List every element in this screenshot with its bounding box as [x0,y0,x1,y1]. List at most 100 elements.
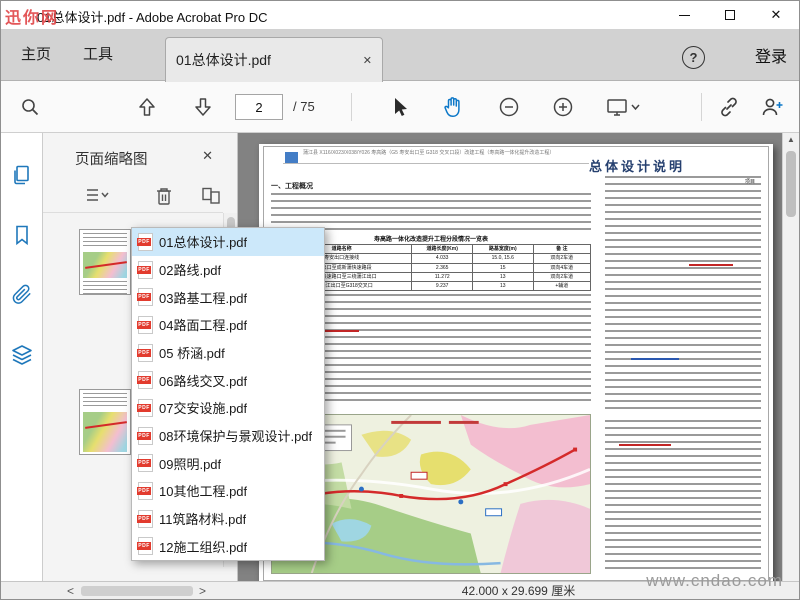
file-list-item[interactable]: PDF 01总体设计.pdf [132,228,324,256]
watermark-top-left: 迅你网 [5,10,60,27]
pdf-label: PDF [137,237,151,246]
file-list-item[interactable]: PDF 04路面工程.pdf [132,311,324,339]
paragraph-lines [605,420,761,570]
tab-home[interactable]: 主页 [11,29,61,81]
options-menu-icon [87,189,109,201]
thumbnail-text-lines [83,281,127,294]
share-with-people-button[interactable] [759,95,785,119]
help-icon: ? [689,50,698,65]
thumbnail-route-line [85,421,127,429]
panel-close-icon[interactable]: ✕ [202,148,213,164]
share-link-button[interactable] [717,95,741,119]
layers-panel-button[interactable] [10,343,34,367]
hand-tool-button[interactable] [441,95,465,119]
file-list-item[interactable]: PDF 02路线.pdf [132,256,324,284]
table-cell: 双向4车道 [532,262,592,273]
pdf-label: PDF [137,514,151,523]
scroll-left-icon[interactable]: < [67,583,74,599]
zoom-in-button[interactable] [551,95,575,119]
file-list-item[interactable]: PDF 10其他工程.pdf [132,477,324,505]
file-name: 11筑路材料.pdf [159,512,247,528]
next-page-button[interactable] [191,95,215,119]
panel-hscrollbar-thumb[interactable] [81,586,193,596]
sheet-title: 总体设计说明 [589,159,686,174]
page-thumbnail-1[interactable] [79,229,131,295]
marquee-zoom-button[interactable] [19,96,41,118]
file-list-item[interactable]: PDF 08环境保护与景观设计.pdf [132,422,324,450]
extract-pages-button[interactable] [201,186,221,211]
table-cell: 双向2车道 [532,271,592,283]
thumbnail-map [83,412,127,452]
table-header-cell: 备 注 [532,243,592,255]
file-name: 07交安设施.pdf [159,401,248,417]
arrow-up-icon [139,97,155,116]
title-bar: 01总体设计.pdf - Adobe Acrobat Pro DC ✕ [1,1,799,29]
page-thumbnail-2[interactable] [79,389,131,455]
pdf-file-icon: PDF [137,426,153,445]
zoom-out-button[interactable] [497,95,521,119]
previous-page-button[interactable] [135,95,159,119]
file-list-item[interactable]: PDF 11筑路材料.pdf [132,505,324,533]
document-vertical-scrollbar[interactable]: ▲ [782,133,799,581]
file-list-item[interactable]: PDF 05 桥涵.pdf [132,339,324,367]
pdf-file-icon: PDF [137,315,153,334]
link-icon [721,97,737,116]
acrobat-window: 01总体设计.pdf - Adobe Acrobat Pro DC ✕ 迅你网 … [0,0,800,600]
pdf-label: PDF [137,320,151,329]
table-cell: +辅道 [532,280,592,292]
sign-in-button[interactable]: 登录 [755,43,787,67]
file-name: 06路线交叉.pdf [159,373,248,389]
page-number-input[interactable] [235,94,283,120]
paperclip-icon [12,284,31,304]
file-name: 04路面工程.pdf [159,318,248,334]
trash-icon [157,188,171,205]
panel-toolbar [43,179,223,213]
pdf-page: 蒲江县 X116/X023/X038/Y026 寿高路（G5 寿安出口至 G31… [259,144,773,581]
pdf-file-icon: PDF [137,454,153,473]
page-thumbnails-panel-button[interactable] [10,163,34,187]
document-tab-close-icon[interactable]: ✕ [357,54,372,67]
bookmark-icon [16,225,28,246]
pdf-label: PDF [137,459,151,468]
file-name: 10其他工程.pdf [159,484,248,500]
select-tool-button[interactable] [389,96,411,118]
bookmarks-panel-button[interactable] [10,223,34,247]
attachments-panel-button[interactable] [10,283,34,307]
panel-options-button[interactable] [85,186,111,209]
file-name: 03路基工程.pdf [159,290,248,306]
pdf-file-icon: PDF [137,509,153,528]
file-list-item[interactable]: PDF 06路线交叉.pdf [132,366,324,394]
screen-fit-icon [607,98,640,116]
toolbar-separator [701,93,702,121]
pdf-label: PDF [137,486,151,495]
panel-horizontal-scrollbar[interactable]: < > [1,581,238,599]
panel-title: 页面缩略图 [75,152,148,168]
tab-tools[interactable]: 工具 [73,29,123,81]
file-list-item[interactable]: PDF 03路基工程.pdf [132,283,324,311]
scroll-right-icon[interactable]: > [199,583,206,599]
document-tab[interactable]: 01总体设计.pdf ✕ [165,37,383,82]
minimize-button[interactable] [661,1,707,29]
file-list-item[interactable]: PDF 09照明.pdf [132,449,324,477]
close-button[interactable]: ✕ [753,1,799,29]
help-button[interactable]: ? [682,46,705,69]
hand-icon [444,96,460,117]
split-pages-icon [202,187,220,204]
file-list: PDF 01总体设计.pdf PDF 02路线.pdf PDF 03路基工程.p… [131,227,325,561]
magnifier-icon [22,98,39,115]
plus-circle-icon [553,97,573,116]
red-text-fragment [689,264,733,266]
page-display-dropdown[interactable] [605,95,641,119]
file-list-item[interactable]: PDF 07交安设施.pdf [132,394,324,422]
thumbnail-text-lines [83,393,127,409]
file-list-item[interactable]: PDF 12施工组织.pdf [132,532,324,560]
table-cell: 13 [471,280,534,292]
thumbnail-route-line [85,261,127,269]
scroll-up-icon[interactable]: ▲ [783,135,799,144]
maximize-button[interactable] [707,1,753,29]
delete-pages-button[interactable] [155,186,173,211]
pdf-label: PDF [137,265,151,274]
tab-bar: 主页 工具 01总体设计.pdf ✕ ? 登录 [1,29,799,82]
pdf-file-icon: PDF [137,288,153,307]
document-scrollbar-thumb[interactable] [786,151,796,217]
